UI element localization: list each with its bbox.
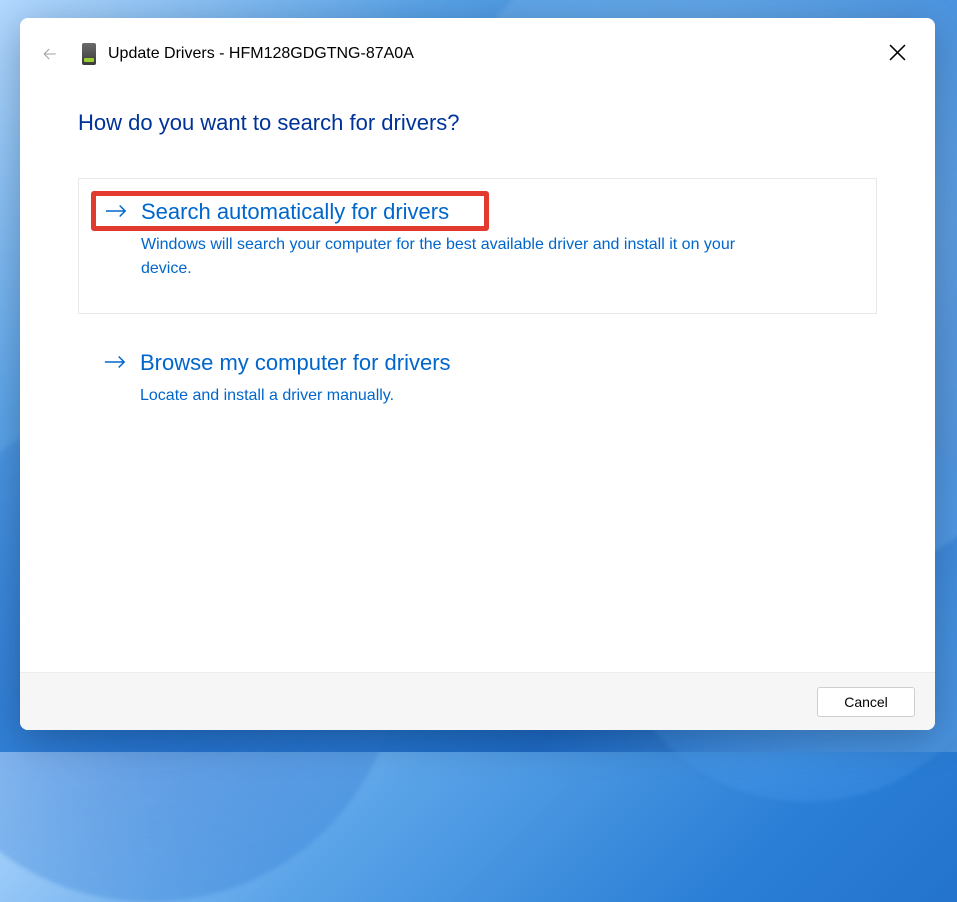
browse-computer-option[interactable]: Browse my computer for drivers Locate an… — [78, 342, 877, 440]
arrow-right-icon — [105, 201, 127, 223]
option-title: Browse my computer for drivers — [140, 350, 451, 376]
back-arrow-icon — [40, 44, 60, 64]
arrow-right-icon — [104, 352, 126, 374]
search-automatically-option[interactable]: Search automatically for drivers Windows… — [78, 178, 877, 314]
close-button[interactable] — [883, 38, 911, 66]
drive-icon — [82, 43, 96, 65]
close-icon — [889, 44, 906, 61]
main-heading: How do you want to search for drivers? — [78, 110, 877, 136]
option-title: Search automatically for drivers — [141, 199, 449, 225]
option-description: Locate and install a driver manually. — [140, 384, 780, 408]
cancel-button[interactable]: Cancel — [817, 687, 915, 717]
back-button[interactable] — [38, 42, 62, 66]
option-description: Windows will search your computer for th… — [141, 233, 781, 281]
dialog-content: How do you want to search for drivers? S… — [20, 66, 935, 672]
dialog-title: Update Drivers - HFM128GDGTNG-87A0A — [108, 45, 414, 63]
update-drivers-dialog: Update Drivers - HFM128GDGTNG-87A0A How … — [20, 18, 935, 730]
dialog-header: Update Drivers - HFM128GDGTNG-87A0A — [20, 26, 935, 66]
dialog-footer: Cancel — [20, 672, 935, 730]
